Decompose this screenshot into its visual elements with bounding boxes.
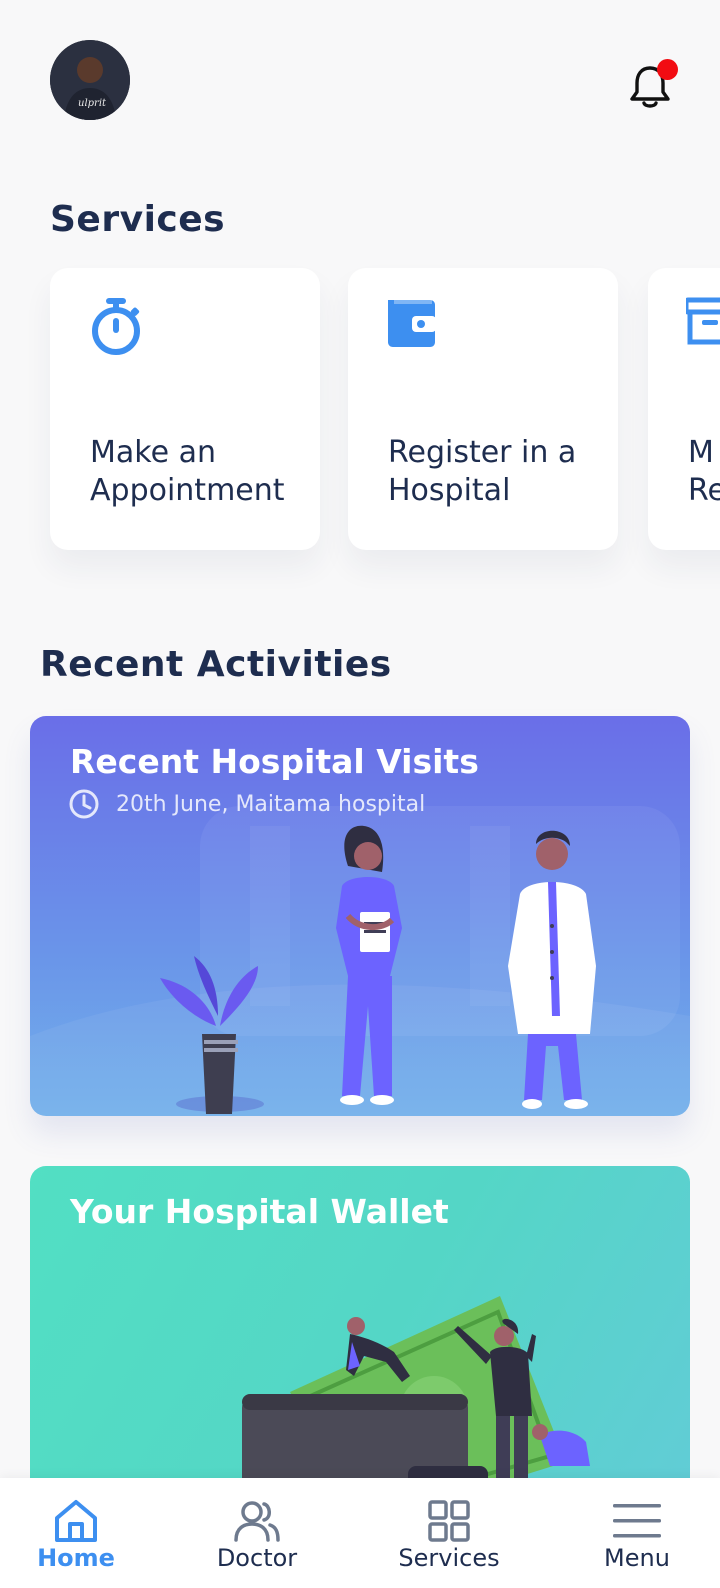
wallet-card-title: Your Hospital Wallet: [70, 1192, 449, 1231]
service-label: Register in a Hospital: [388, 435, 577, 508]
recent-activities-title: Recent Activities: [40, 644, 392, 685]
service-card-records[interactable]: M Re: [648, 268, 720, 550]
service-label: M Re: [688, 435, 720, 508]
service-label: Make an Appointment: [90, 435, 285, 508]
user-avatar-icon: ulprit: [50, 40, 130, 120]
clock-icon: [69, 789, 99, 819]
nav-label: Doctor: [216, 1544, 298, 1572]
bottom-navigation: Home Doctor Services Menu: [0, 1478, 720, 1588]
home-icon: [55, 1500, 97, 1542]
nav-label: Services: [398, 1544, 500, 1572]
grid-icon: [428, 1500, 470, 1542]
wallet-icon: [388, 300, 436, 347]
nav-item-services[interactable]: Services: [374, 1478, 524, 1588]
svg-text:ulprit: ulprit: [78, 98, 107, 109]
nav-label: Menu: [604, 1544, 670, 1572]
nav-label: Home: [37, 1544, 115, 1572]
users-icon: [234, 1501, 280, 1542]
notification-badge: [657, 59, 678, 80]
recent-hospital-visits-card[interactable]: Recent Hospital Visits 20th June, Maitam…: [30, 716, 690, 1116]
visits-card-title: Recent Hospital Visits: [70, 742, 479, 781]
nav-item-menu[interactable]: Menu: [562, 1478, 712, 1588]
service-card-register[interactable]: Register in a Hospital: [348, 268, 618, 550]
archive-icon: [686, 297, 720, 345]
visit-detail: 20th June, Maitama hospital: [68, 787, 425, 821]
avatar[interactable]: ulprit: [50, 40, 130, 120]
nav-item-home[interactable]: Home: [1, 1478, 151, 1588]
visit-detail-text: 20th June, Maitama hospital: [116, 791, 426, 817]
service-card-appointment[interactable]: Make an Appointment: [50, 268, 320, 550]
menu-icon: [613, 1504, 661, 1538]
stopwatch-icon: [92, 298, 140, 355]
nav-item-doctor[interactable]: Doctor: [182, 1478, 332, 1588]
home-screen: ulprit Services Make an Appointment Regi…: [0, 0, 720, 1588]
services-title: Services: [50, 199, 226, 240]
